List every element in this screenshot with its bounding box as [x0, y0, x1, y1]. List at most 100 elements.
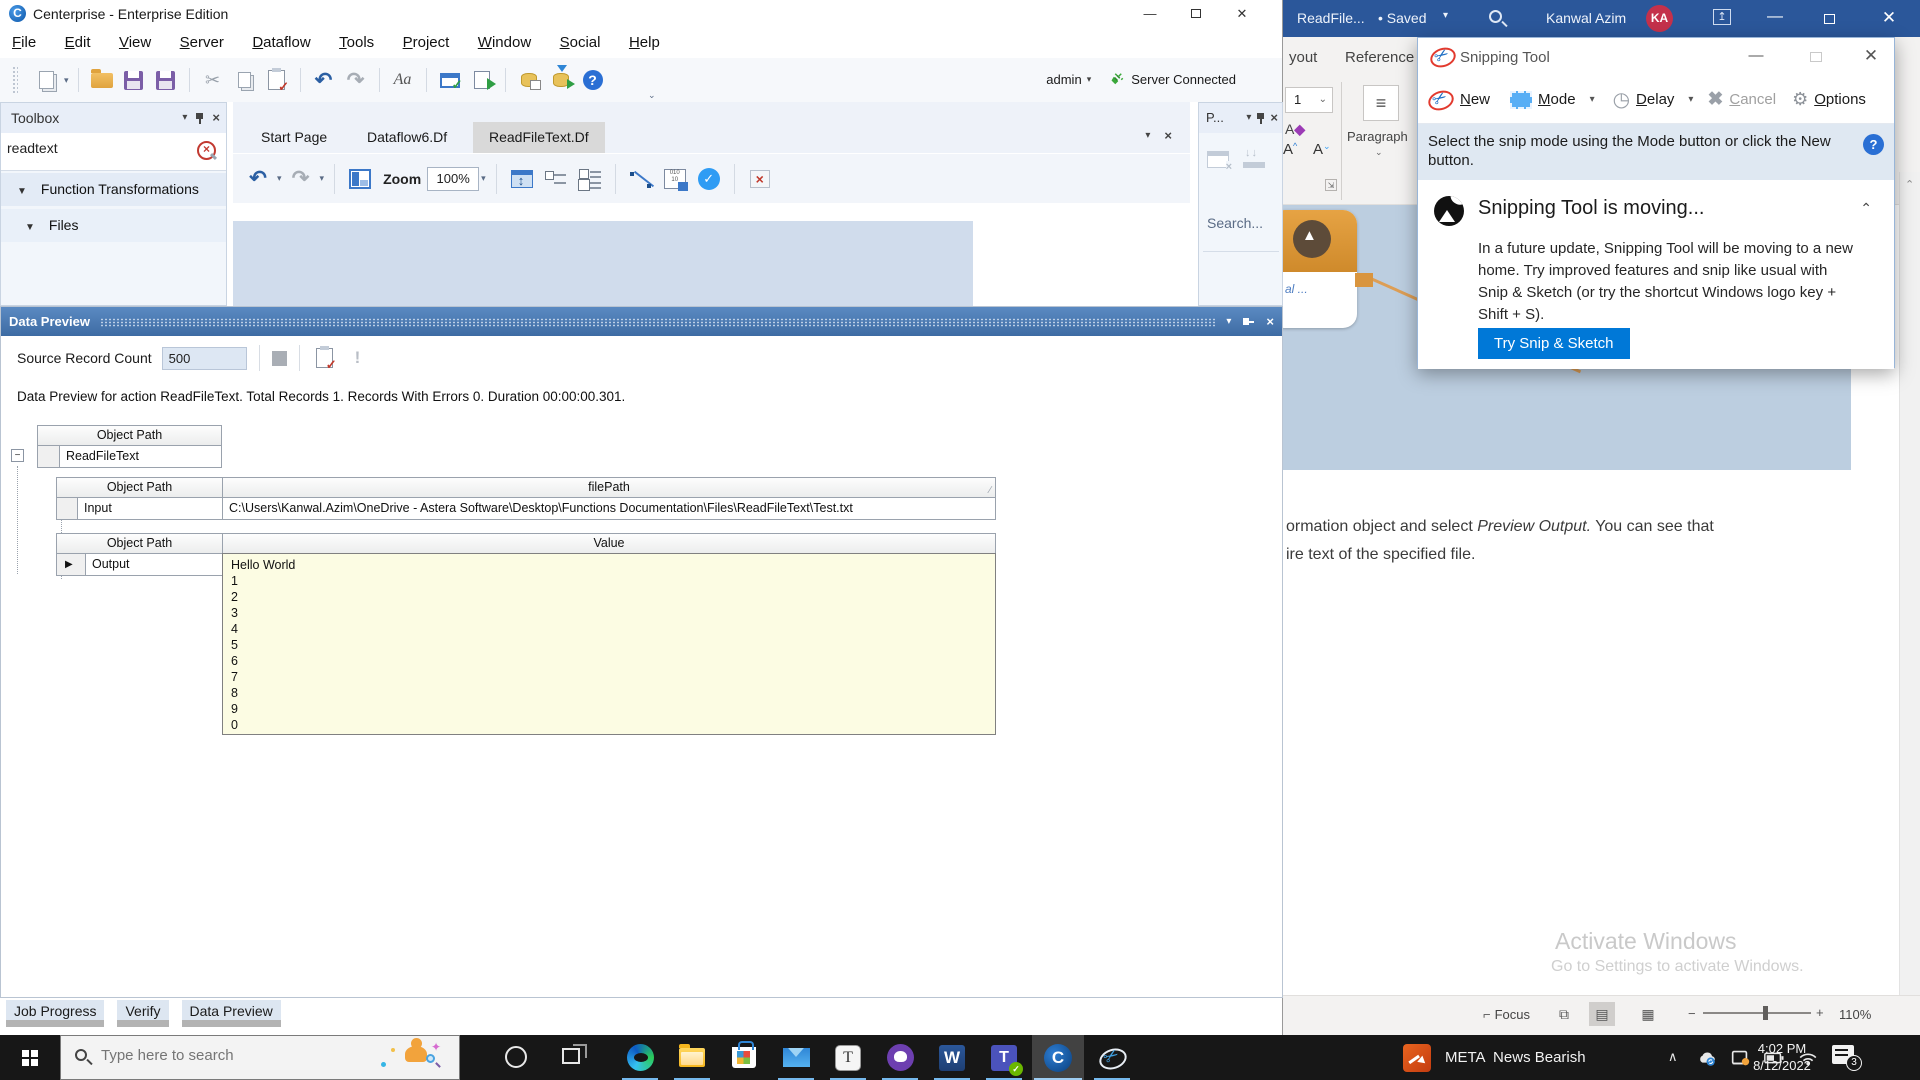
word-user-name[interactable]: Kanwal Azim: [1546, 10, 1626, 26]
taskbar-mail[interactable]: [770, 1035, 822, 1080]
new-button[interactable]: New: [1460, 91, 1490, 108]
word-minimize-button[interactable]: —: [1753, 0, 1797, 37]
collapse-nodes-icon[interactable]: [543, 166, 569, 192]
output-label-cell[interactable]: Output: [85, 553, 223, 576]
menu-file[interactable]: File: [0, 28, 48, 51]
taskbar-snipping-tool[interactable]: [1086, 1035, 1138, 1080]
taskbar-teams[interactable]: T: [978, 1035, 1030, 1080]
pin-icon[interactable]: [196, 113, 203, 124]
tab-readfiletext[interactable]: ReadFileText.Df: [473, 122, 605, 153]
toolbox-section-files[interactable]: ▼Files: [1, 209, 226, 242]
menu-social[interactable]: Social: [548, 28, 613, 51]
chevron-down-icon[interactable]: ⌄: [1375, 147, 1383, 158]
copy-icon[interactable]: [232, 67, 258, 93]
focus-mode-button[interactable]: Focus: [1483, 1007, 1530, 1022]
word-close-button[interactable]: ✕: [1865, 0, 1913, 37]
collapse-node-button[interactable]: −: [11, 449, 24, 462]
close-button[interactable]: ✕: [1219, 0, 1265, 28]
taskbar-clock[interactable]: 4:02 PM 8/12/2022: [1744, 1040, 1820, 1074]
menu-help[interactable]: Help: [617, 28, 672, 51]
open-folder-icon[interactable]: [89, 67, 115, 93]
save-all-icon[interactable]: [153, 67, 179, 93]
options-button[interactable]: Options: [1814, 91, 1866, 108]
zoom-percent[interactable]: 110%: [1839, 1007, 1871, 1022]
word-maximize-button[interactable]: [1808, 0, 1852, 37]
clear-errors-icon[interactable]: ×: [747, 166, 773, 192]
grid-header-object-path[interactable]: Object Path: [37, 425, 222, 446]
taskbar-centerprise[interactable]: C: [1032, 1035, 1084, 1080]
database-browse-icon[interactable]: [516, 67, 542, 93]
dataflow-canvas[interactable]: [233, 203, 1190, 306]
layout-icon[interactable]: [347, 166, 373, 192]
font-icon[interactable]: Aa: [390, 67, 416, 93]
menu-server[interactable]: Server: [168, 28, 236, 51]
menu-tools[interactable]: Tools: [327, 28, 386, 51]
tab-verify[interactable]: Verify: [117, 1000, 168, 1027]
close-icon[interactable]: ×: [1266, 314, 1274, 329]
onedrive-icon[interactable]: [1696, 1047, 1718, 1069]
clear-search-icon[interactable]: [196, 141, 214, 159]
action-center-button[interactable]: 3: [1832, 1045, 1858, 1067]
read-mode-icon[interactable]: ⧉: [1551, 1002, 1577, 1026]
stop-icon[interactable]: [272, 351, 287, 366]
toolbox-search-input[interactable]: [7, 140, 167, 156]
menu-project[interactable]: Project: [391, 28, 462, 51]
chevron-down-icon[interactable]: ▾: [1590, 94, 1595, 105]
task-view-icon[interactable]: [562, 1048, 580, 1064]
taskbar-github[interactable]: [874, 1035, 926, 1080]
menu-window[interactable]: Window: [466, 28, 543, 51]
auto-layout-icon[interactable]: [509, 166, 535, 192]
taskbar-edge[interactable]: [614, 1035, 666, 1080]
taskbar-word[interactable]: W: [926, 1035, 978, 1080]
menu-view[interactable]: View: [107, 28, 163, 51]
word-scrollbar[interactable]: ⌃: [1899, 172, 1920, 995]
record-count-input[interactable]: [162, 347, 247, 370]
paragraph-marks-button[interactable]: ≡: [1363, 85, 1399, 121]
toolbox-section-function-transformations[interactable]: ▼Function Transformations: [1, 173, 226, 206]
help-icon[interactable]: ?: [580, 67, 606, 93]
data-preview-header[interactable]: Data Preview ▾ ×: [1, 307, 1282, 336]
preview-data-icon[interactable]: 01010: [662, 166, 688, 192]
pin-icon[interactable]: [1257, 113, 1264, 124]
chevron-down-icon[interactable]: ▾: [320, 173, 325, 184]
link-style-icon[interactable]: [628, 166, 654, 192]
snipping-close-button[interactable]: ✕: [1850, 40, 1892, 74]
toolbar-drag-handle[interactable]: [12, 66, 18, 94]
expand-nodes-icon[interactable]: [577, 166, 603, 192]
tab-dataflow6[interactable]: Dataflow6.Df: [351, 122, 463, 153]
help-icon[interactable]: ?: [1863, 134, 1884, 155]
taskbar-file-explorer[interactable]: [666, 1035, 718, 1080]
redo-icon[interactable]: ↷: [288, 166, 314, 192]
text-effects-icon[interactable]: A◆: [1285, 121, 1305, 138]
zoom-slider-handle[interactable]: [1763, 1006, 1768, 1020]
toolbar-overflow-icon[interactable]: ⌄: [648, 90, 656, 101]
undo-icon[interactable]: ↶: [245, 166, 271, 192]
chevron-down-icon[interactable]: ▾: [1246, 103, 1251, 133]
grid-header-object-path[interactable]: Object Path: [56, 477, 223, 498]
chevron-up-icon[interactable]: ⌃: [1860, 200, 1872, 217]
zoom-in-button[interactable]: +: [1816, 1005, 1824, 1020]
verify-shield-icon[interactable]: ✓: [696, 166, 722, 192]
grid-header-object-path[interactable]: Object Path: [56, 533, 223, 554]
snipping-minimize-button[interactable]: —: [1736, 40, 1776, 74]
close-tab-icon[interactable]: ×: [1164, 128, 1172, 143]
save-icon[interactable]: [121, 67, 147, 93]
taskbar-search-input[interactable]: [101, 1047, 351, 1064]
taskbar-search-box[interactable]: ✦: [60, 1035, 460, 1080]
avatar[interactable]: KA: [1646, 5, 1673, 32]
taskbar-store[interactable]: [718, 1035, 770, 1080]
ribbon-display-options-icon[interactable]: ↥: [1713, 9, 1731, 25]
grid-header-filepath[interactable]: filePath ∕: [222, 477, 996, 498]
delay-clock-icon[interactable]: ◷: [1613, 87, 1630, 112]
tab-start-page[interactable]: Start Page: [245, 122, 343, 153]
news-widget[interactable]: META News Bearish: [1403, 1035, 1586, 1080]
output-value-box[interactable]: Hello World 1 2 3 4 5 6 7 8 9 0: [222, 553, 996, 735]
chevron-down-icon[interactable]: ▾: [1145, 130, 1150, 141]
tab-job-progress[interactable]: Job Progress: [6, 1000, 104, 1027]
errors-icon[interactable]: ǃ: [355, 348, 361, 368]
shrink-font-button[interactable]: A⌄: [1313, 141, 1331, 158]
menu-dataflow[interactable]: Dataflow: [240, 28, 322, 51]
grow-font-button[interactable]: A^: [1283, 141, 1297, 158]
cut-icon[interactable]: ✂: [200, 67, 226, 93]
input-label-cell[interactable]: Input: [77, 497, 223, 520]
